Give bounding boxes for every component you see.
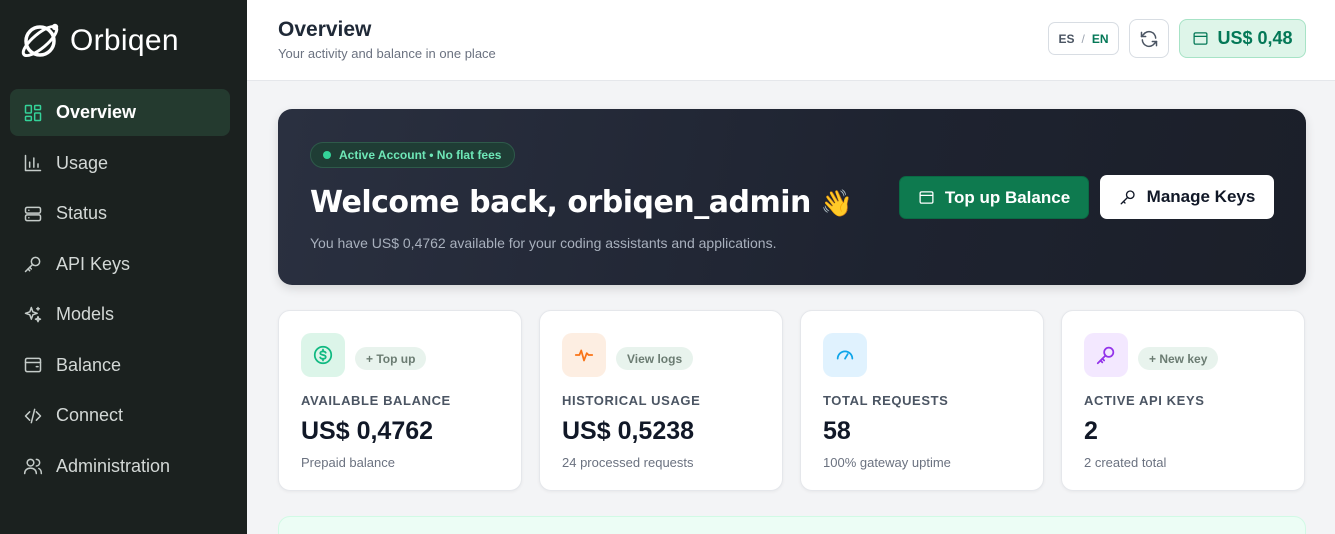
manage-keys-label: Manage Keys [1146,187,1256,206]
view-logs-tag[interactable]: View logs [616,347,694,370]
balance-pill[interactable]: US$ 0,48 [1179,19,1306,58]
top-header: Overview Your activity and balance in on… [247,0,1335,81]
bar-chart-icon [22,152,44,174]
code-icon [22,405,44,427]
card-note: 24 processed requests [562,455,694,470]
available-balance-card: + Top up AVAILABLE BALANCE US$ 0,4762 Pr… [278,310,522,491]
sidebar-item-label: Overview [56,102,137,122]
status-text: Active Account • No flat fees [339,148,502,162]
sidebar-item-models[interactable]: Models [10,291,230,338]
page-subtitle: Your activity and balance in one place [278,46,496,61]
server-icon [22,203,44,225]
card-value: 2 [1084,417,1098,445]
status-dot-icon [323,151,331,159]
manage-keys-button[interactable]: Manage Keys [1100,175,1274,219]
gauge-icon [823,333,867,377]
card-value: US$ 0,5238 [562,417,695,445]
card-note: 2 created total [1084,455,1167,470]
wave-emoji-icon: 👋 [820,189,853,219]
total-requests-card: TOTAL REQUESTS 58 100% gateway uptime [800,310,1044,491]
sidebar-nav: Overview Usage Status API Keys Models Ba… [10,89,230,493]
page-title: Overview [278,18,372,41]
card-label: HISTORICAL USAGE [562,393,701,408]
sidebar-item-label: Usage [56,152,109,173]
account-status-badge: Active Account • No flat fees [310,142,516,168]
sidebar-item-api-keys[interactable]: API Keys [10,241,230,288]
activity-icon [562,333,606,377]
grid-icon [22,102,44,124]
sidebar: Orbiqen Overview Usage Status API Keys M… [0,0,247,534]
welcome-hero: Active Account • No flat fees Welcome ba… [278,109,1306,285]
language-toggle[interactable]: ES / EN [1048,22,1119,55]
card-note: 100% gateway uptime [823,455,951,470]
sidebar-item-overview[interactable]: Overview [10,89,230,136]
welcome-text: Welcome back, orbiqen_admin [310,185,811,220]
lang-es[interactable]: ES [1058,32,1074,46]
wallet-icon [919,191,934,204]
sparkles-icon [22,304,44,326]
historical-usage-card: View logs HISTORICAL USAGE US$ 0,5238 24… [539,310,783,491]
sidebar-item-balance[interactable]: Balance [10,342,230,389]
card-note: Prepaid balance [301,455,395,470]
card-value: 58 [823,417,851,445]
bottom-panel [278,516,1306,534]
brand-name: Orbiqen [70,24,179,57]
top-up-tag[interactable]: + Top up [355,347,427,370]
active-api-keys-card: + New key ACTIVE API KEYS 2 2 created to… [1061,310,1305,491]
top-up-balance-button[interactable]: Top up Balance [899,176,1089,219]
new-key-tag[interactable]: + New key [1138,347,1219,370]
sidebar-item-connect[interactable]: Connect [10,392,230,439]
lang-separator: / [1081,31,1085,46]
card-label: TOTAL REQUESTS [823,393,949,408]
card-value: US$ 0,4762 [301,417,434,445]
sidebar-item-label: API Keys [56,253,131,274]
sidebar-item-label: Models [56,304,115,324]
key-icon [1084,333,1128,377]
card-label: AVAILABLE BALANCE [301,393,451,408]
refresh-icon [1140,30,1158,47]
lang-en[interactable]: EN [1092,32,1109,46]
sidebar-item-label: Connect [56,405,124,425]
sidebar-item-administration[interactable]: Administration [10,443,230,490]
sidebar-item-label: Administration [56,455,171,476]
top-up-label: Top up Balance [944,187,1071,207]
dollar-icon [301,333,345,377]
key-icon [22,253,44,275]
welcome-heading: Welcome back, orbiqen_admin 👋 [310,185,853,220]
users-icon [22,455,44,477]
refresh-button[interactable] [1129,19,1169,58]
balance-value: US$ 0,48 [1217,28,1293,48]
brand-logo[interactable]: Orbiqen [18,20,179,62]
card-label: ACTIVE API KEYS [1084,393,1205,408]
welcome-subtitle: You have US$ 0,4762 available for your c… [310,235,777,251]
sidebar-item-label: Status [56,203,108,223]
wallet-icon [22,354,44,376]
orbit-logo-icon [21,23,59,58]
sidebar-item-usage[interactable]: Usage [10,140,230,187]
wallet-icon [1193,32,1208,45]
sidebar-item-status[interactable]: Status [10,190,230,237]
sidebar-item-label: Balance [56,354,122,375]
key-icon [1120,190,1135,205]
